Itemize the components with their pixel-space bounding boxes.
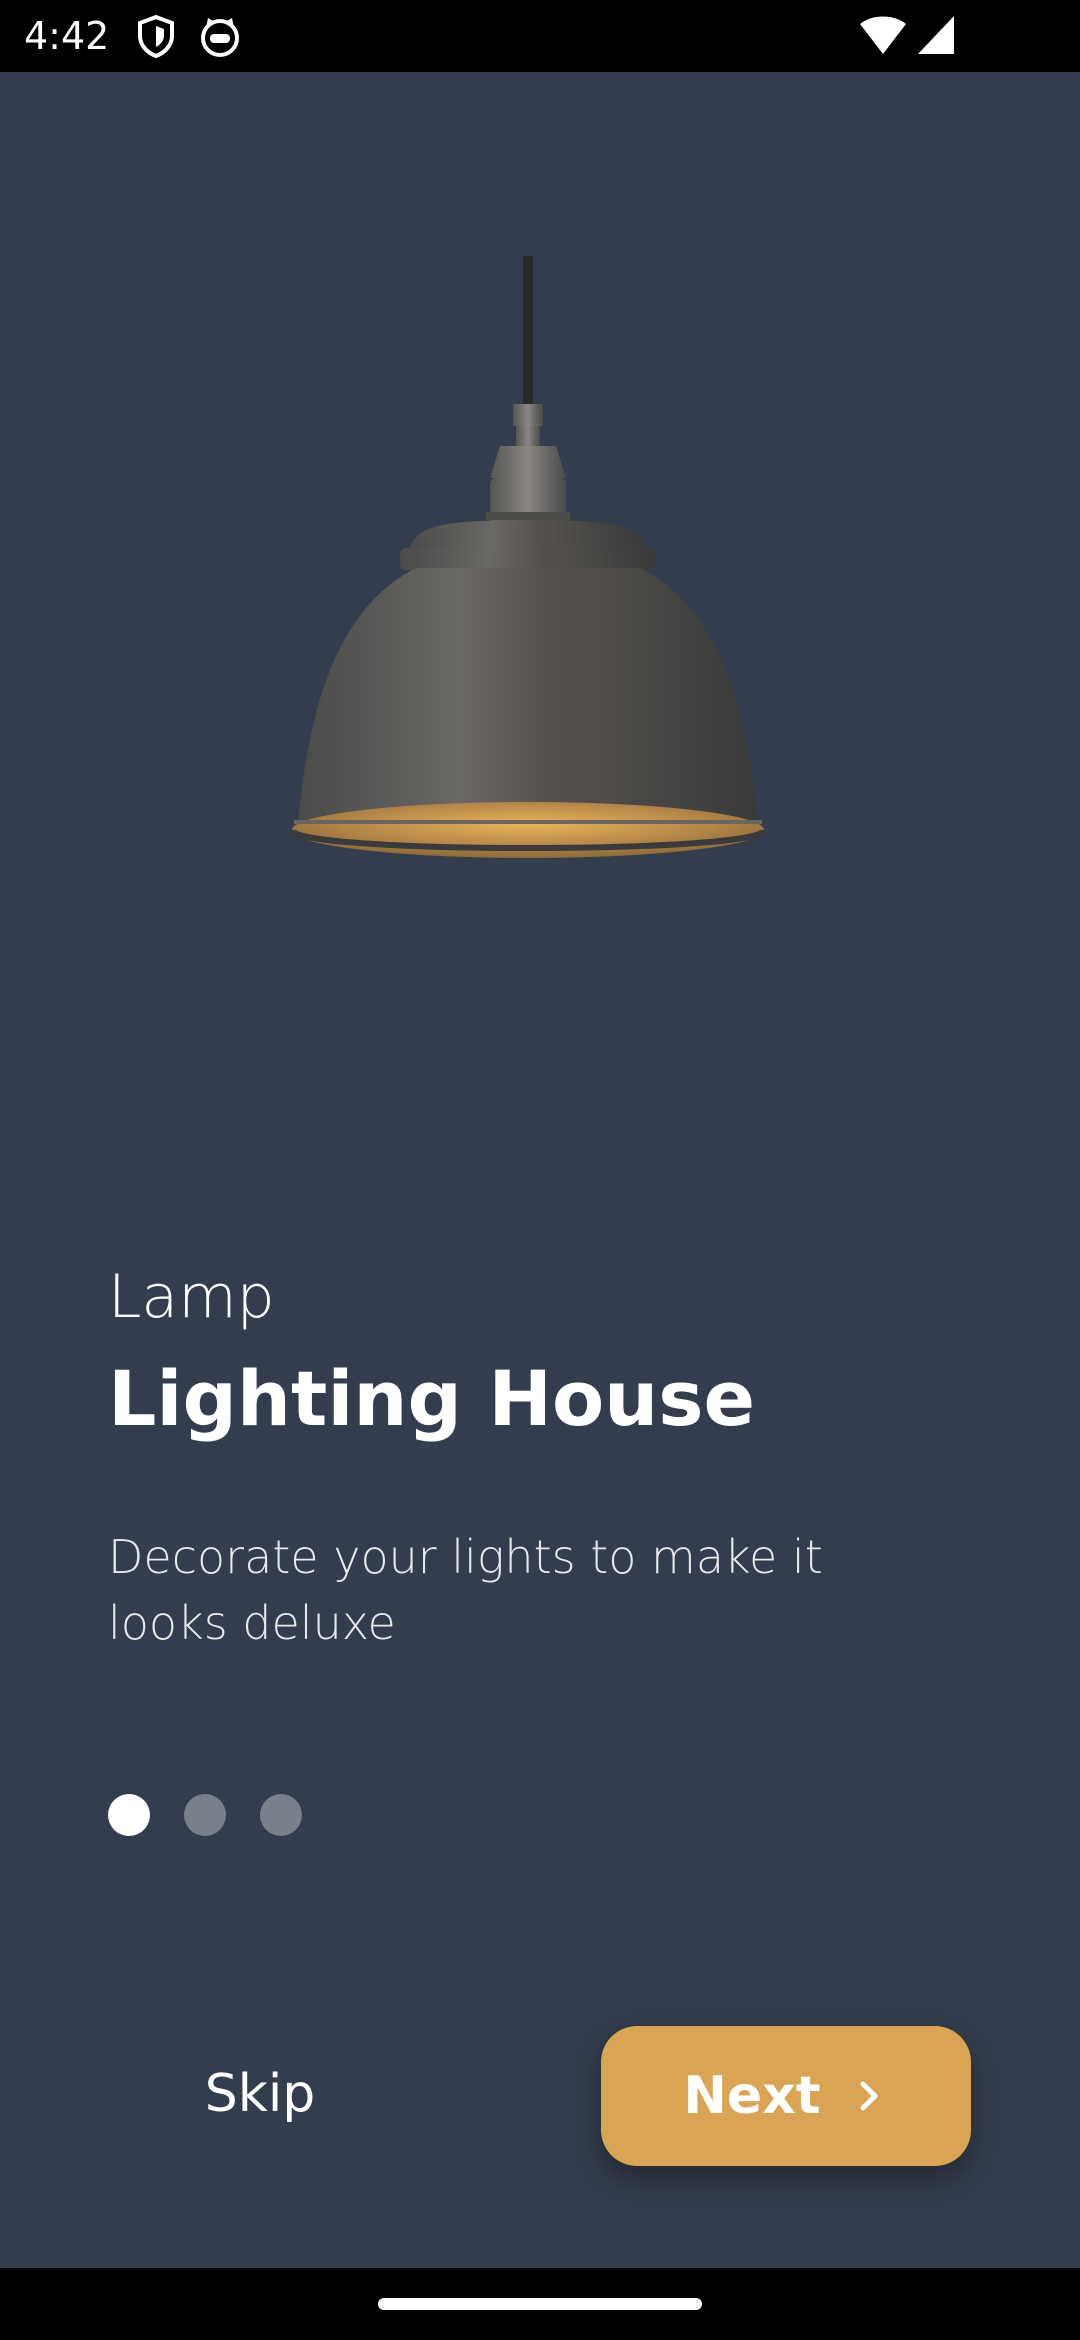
shield-icon [136,14,176,62]
pendant-lamp-image [289,256,767,858]
category-label: Lamp [108,1262,275,1332]
next-button-label: Next [683,2066,821,2126]
page-dot[interactable] [260,1794,302,1836]
cellular-signal-icon [916,14,956,60]
cat-face-icon [198,14,242,62]
page-dot[interactable] [184,1794,226,1836]
skip-button[interactable]: Skip [160,2024,360,2164]
chevron-right-icon [860,2081,878,2111]
status-bar: 4:42 [0,0,1080,72]
status-time: 4:42 [24,14,110,58]
onboarding-screen: Lamp Lighting House Decorate your lights… [0,72,1080,2268]
home-indicator[interactable] [378,2298,702,2310]
description-text: Decorate your lights to make it looks de… [108,1530,823,1650]
wifi-icon [858,14,908,60]
next-button[interactable]: Next [601,2026,971,2166]
page-title: Lighting House [108,1354,756,1443]
page-dot-active[interactable] [108,1794,150,1836]
